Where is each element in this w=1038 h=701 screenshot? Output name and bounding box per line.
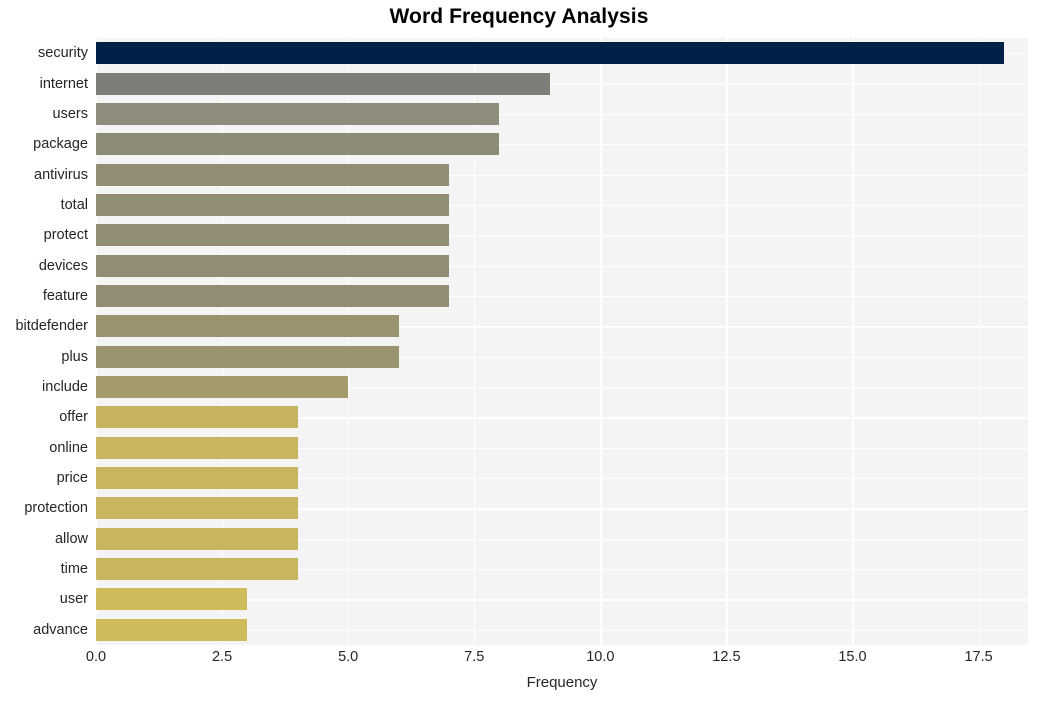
y-axis-tick-label: advance: [33, 621, 88, 638]
bar: [96, 588, 248, 611]
bar: [96, 436, 298, 459]
y-axis-tick-label: protect: [43, 227, 88, 244]
gridline-vertical: [600, 38, 602, 645]
plot-area: [96, 38, 1028, 645]
bar: [96, 406, 298, 429]
y-axis-tick-label: plus: [61, 348, 88, 365]
gridline-vertical: [96, 38, 98, 645]
bar: [96, 254, 450, 277]
y-axis-tick-label: internet: [39, 75, 88, 92]
bar: [96, 163, 450, 186]
y-axis-tick-label: total: [60, 196, 88, 213]
x-axis-tick-label: 0.0: [85, 649, 107, 665]
gridline-vertical: [222, 38, 224, 645]
x-axis-tick-labels: 0.0 2.5 5.0 7.5 10.0 12.5 15.0 17.5: [0, 649, 1038, 673]
chart-figure: Word Frequency Analysis security internet…: [0, 0, 1038, 701]
x-axis-tick-label: 7.5: [464, 649, 485, 665]
y-axis-tick-label: price: [56, 470, 88, 487]
bar: [96, 497, 298, 520]
y-axis-tick-label: protection: [24, 500, 88, 517]
y-axis-tick-label: allow: [54, 530, 88, 547]
y-axis-tick-label: users: [52, 105, 88, 122]
bar: [96, 467, 298, 490]
x-axis-tick-label: 5.0: [338, 649, 359, 665]
x-axis-tick-label: 15.0: [838, 649, 867, 665]
gridline-vertical: [348, 38, 350, 645]
bar: [96, 345, 399, 368]
x-axis-tick-label: 12.5: [712, 649, 741, 665]
bar: [96, 284, 450, 307]
y-axis-tick-label: devices: [38, 257, 88, 274]
bar: [96, 72, 550, 95]
y-axis-tick-label: include: [42, 379, 88, 396]
gridline-vertical: [726, 38, 728, 645]
x-axis-tick-label: 10.0: [586, 649, 615, 665]
bar: [96, 527, 298, 550]
x-axis-tick-label: 2.5: [211, 649, 233, 665]
y-axis-tick-label: user: [59, 591, 88, 608]
y-axis-tick-label: antivirus: [34, 166, 88, 183]
y-axis-tick-label: security: [38, 45, 88, 62]
gridline-vertical: [852, 38, 854, 645]
bar: [96, 558, 298, 581]
bar: [96, 315, 399, 338]
gridline-vertical: [474, 38, 476, 645]
y-axis-tick-label: feature: [42, 287, 88, 304]
gridline-vertical: [978, 38, 980, 645]
bar: [96, 42, 1004, 65]
bar: [96, 618, 248, 641]
page-title: Word Frequency Analysis: [389, 5, 649, 28]
x-axis-label: Frequency: [526, 674, 598, 691]
y-axis-tick-label: offer: [59, 409, 88, 426]
bar: [96, 102, 500, 125]
bar: [96, 224, 450, 247]
y-axis-tick-label: package: [33, 136, 88, 153]
y-axis-tick-label: time: [60, 561, 88, 578]
y-axis-tick-label: online: [49, 439, 88, 456]
bar: [96, 376, 349, 399]
bar: [96, 133, 500, 156]
x-axis-tick-label: 17.5: [964, 649, 993, 665]
bar: [96, 193, 450, 216]
y-axis-tick-label: bitdefender: [15, 318, 88, 335]
y-axis-tick-labels: security internet users package antivirus tot…: [0, 38, 88, 645]
